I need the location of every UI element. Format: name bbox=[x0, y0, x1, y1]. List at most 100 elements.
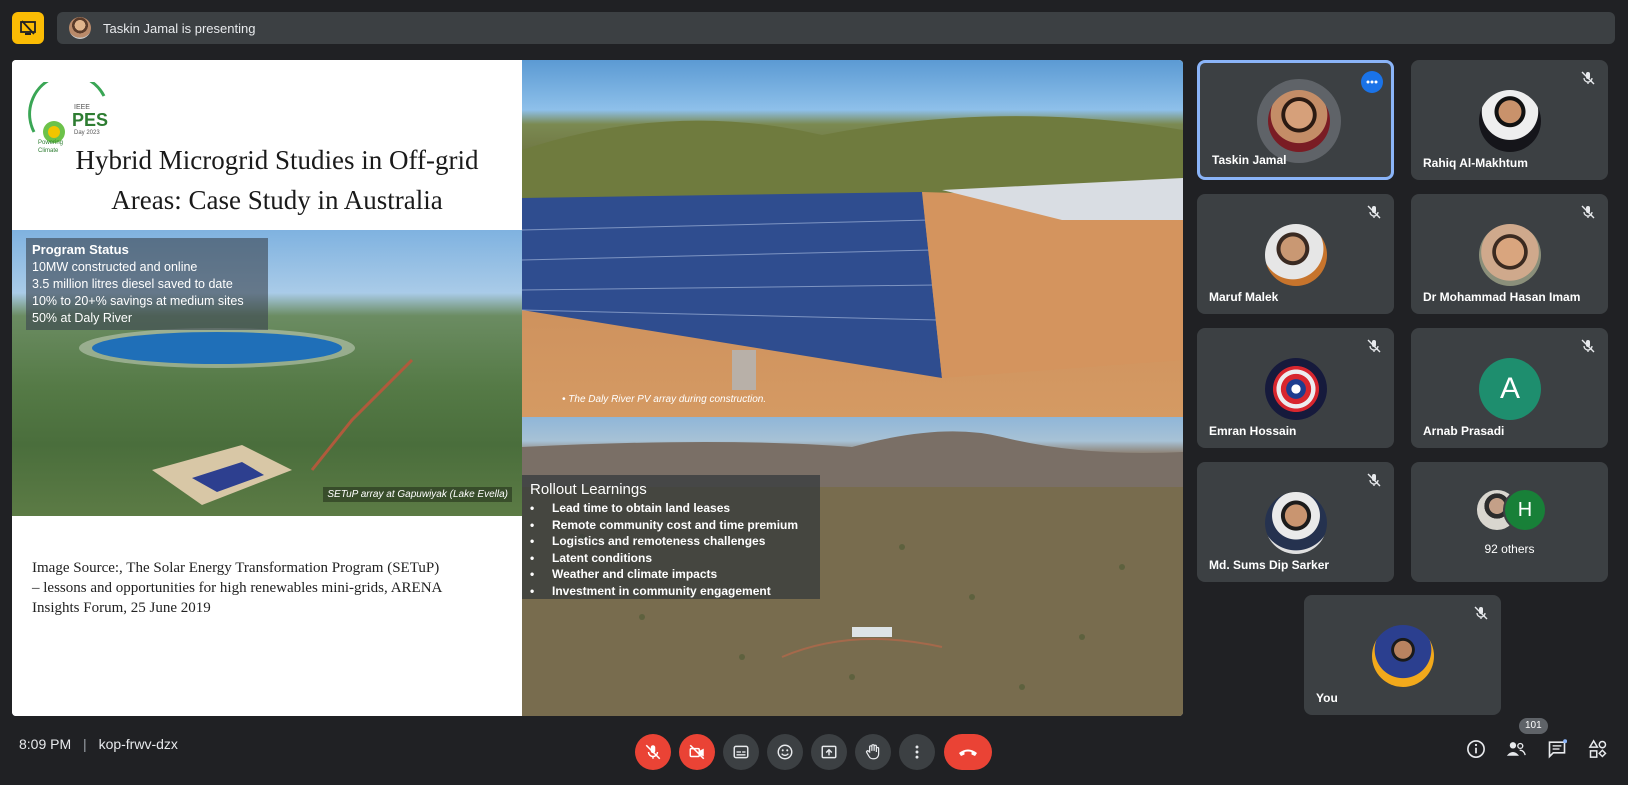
rollout-item-text: Investment in community engagement bbox=[552, 583, 771, 598]
participant-name: You bbox=[1316, 691, 1338, 705]
mic-off-icon bbox=[1581, 339, 1595, 353]
captions-button[interactable] bbox=[723, 734, 759, 770]
avatar bbox=[1265, 224, 1327, 286]
chat-icon bbox=[1548, 739, 1567, 759]
solar-caption: • The Daly River PV array during constru… bbox=[562, 394, 767, 405]
top-bar: Taskin Jamal is presenting bbox=[0, 0, 1628, 58]
activities-button[interactable] bbox=[1585, 736, 1611, 762]
lake-photo: Program Status 10MW constructed and onli… bbox=[12, 230, 522, 516]
participant-tile-sums-dip[interactable]: Md. Sums Dip Sarker bbox=[1197, 462, 1394, 582]
presenter-text: Taskin Jamal is presenting bbox=[103, 20, 256, 36]
participant-name: Emran Hossain bbox=[1209, 424, 1297, 438]
camera-toggle-button[interactable] bbox=[679, 734, 715, 770]
reactions-button[interactable] bbox=[767, 734, 803, 770]
avatar: A bbox=[1479, 358, 1541, 420]
presentation-stage: IEEE PES Day 2023 Powering Climate Hybri… bbox=[12, 60, 1183, 716]
bottom-bar: 8:09 PM | kop-frwv-dzx 101 bbox=[0, 718, 1628, 785]
rollout-item-text: Lead time to obtain land leases bbox=[552, 501, 731, 515]
slide-title-line-2: Areas: Case Study in Australia bbox=[111, 185, 443, 215]
slide-left-panel: IEEE PES Day 2023 Powering Climate Hybri… bbox=[12, 60, 522, 716]
mic-toggle-button[interactable] bbox=[635, 734, 671, 770]
presenter-banner: Taskin Jamal is presenting bbox=[57, 12, 1615, 44]
mic-off-icon bbox=[1367, 473, 1381, 487]
mic-off-icon bbox=[1581, 71, 1595, 85]
program-status-title: Program Status bbox=[32, 242, 129, 257]
mic-off-icon bbox=[645, 744, 661, 760]
logo-pes: PES bbox=[72, 110, 109, 130]
participant-name: Arnab Prasadi bbox=[1423, 424, 1505, 438]
slide-title-line-1: Hybrid Microgrid Studies in Off-grid bbox=[75, 145, 479, 175]
rollout-item-text: Remote community cost and time premium bbox=[552, 517, 799, 532]
participant-tile-arnab[interactable]: A Arnab Prasadi bbox=[1411, 328, 1608, 448]
rollout-learnings-box: Rollout Learnings • Lead time to obtain l… bbox=[522, 475, 820, 599]
logo-day: Day 2023 bbox=[74, 130, 100, 136]
more-options-icon[interactable] bbox=[1361, 71, 1383, 93]
leave-call-button[interactable] bbox=[944, 734, 992, 770]
chat-button[interactable] bbox=[1544, 736, 1570, 762]
rollout-item-text: Weather and climate impacts bbox=[552, 567, 718, 581]
activities-icon bbox=[1588, 739, 1607, 758]
slide-title: Hybrid Microgrid Studies in Off-grid Are… bbox=[42, 140, 512, 220]
camera-off-icon bbox=[689, 744, 705, 760]
people-icon bbox=[1506, 742, 1526, 756]
rollout-item: • Investment in community engagement bbox=[530, 583, 771, 598]
program-status-box: Program Status 10MW constructed and onli… bbox=[26, 238, 268, 330]
participant-tile-you[interactable]: You bbox=[1304, 595, 1501, 715]
more-options-button[interactable] bbox=[899, 734, 935, 770]
solar-array-photo: • The Daly River PV array during constru… bbox=[522, 60, 1183, 417]
others-avatar-letter: H bbox=[1503, 488, 1547, 532]
participant-tile-taskin[interactable]: Taskin Jamal bbox=[1197, 60, 1394, 180]
people-button[interactable] bbox=[1503, 736, 1529, 762]
avatar bbox=[1479, 224, 1541, 286]
rollout-item-text: Latent conditions bbox=[552, 550, 652, 565]
participant-tile-emran[interactable]: Emran Hossain bbox=[1197, 328, 1394, 448]
participant-name: Md. Sums Dip Sarker bbox=[1209, 558, 1330, 572]
present-icon bbox=[821, 745, 837, 759]
raise-hand-button[interactable] bbox=[855, 734, 891, 770]
participant-tile-hasan-imam[interactable]: Dr Mohammad Hasan Imam bbox=[1411, 194, 1608, 314]
participant-tile-others[interactable]: H 92 others bbox=[1411, 462, 1608, 582]
source-line-2: – lessons and opportunities for high ren… bbox=[32, 580, 443, 596]
avatar bbox=[1372, 625, 1434, 687]
hand-icon bbox=[865, 744, 880, 760]
mic-off-icon bbox=[1581, 205, 1595, 219]
avatar bbox=[1265, 492, 1327, 554]
hang-up-icon bbox=[959, 749, 977, 756]
rollout-item: • Lead time to obtain land leases bbox=[530, 501, 731, 515]
program-status-line: 50% at Daly River bbox=[32, 311, 133, 325]
participant-name: Taskin Jamal bbox=[1212, 153, 1287, 167]
separator: | bbox=[83, 736, 87, 752]
program-status-line: 10% to 20+% savings at medium sites bbox=[32, 294, 244, 308]
meeting-info: 8:09 PM | kop-frwv-dzx bbox=[19, 736, 178, 752]
rollout-item: • Weather and climate impacts bbox=[530, 567, 718, 581]
mic-off-icon bbox=[1367, 339, 1381, 353]
rollout-title: Rollout Learnings bbox=[530, 481, 647, 498]
present-screen-button[interactable] bbox=[811, 734, 847, 770]
presenting-icon[interactable] bbox=[12, 12, 44, 44]
rollout-photo: Rollout Learnings • Lead time to obtain l… bbox=[522, 417, 1183, 716]
others-count: 92 others bbox=[1484, 542, 1535, 556]
avatar bbox=[1268, 90, 1330, 152]
lake-caption: SETuP array at Gapuwiyak (Lake Evella) bbox=[323, 487, 512, 502]
rollout-item: • Logistics and remoteness challenges bbox=[530, 534, 766, 548]
captions-icon bbox=[733, 745, 749, 759]
participant-tile-maruf[interactable]: Maruf Malek bbox=[1197, 194, 1394, 314]
source-line-3: Insights Forum, 25 June 2019 bbox=[32, 600, 211, 616]
program-status-line: 3.5 million litres diesel saved to date bbox=[32, 277, 233, 291]
meeting-time: 8:09 PM bbox=[19, 736, 72, 752]
rollout-item-text: Logistics and remoteness challenges bbox=[552, 534, 766, 548]
participant-tile-rahiq[interactable]: Rahiq Al-Makhtum bbox=[1411, 60, 1608, 180]
more-vert-icon bbox=[915, 745, 919, 759]
presenter-avatar bbox=[69, 17, 91, 39]
meeting-details-button[interactable] bbox=[1463, 736, 1489, 762]
people-count-badge: 101 bbox=[1519, 718, 1548, 734]
participant-name: Dr Mohammad Hasan Imam bbox=[1423, 290, 1581, 304]
emoji-icon bbox=[777, 744, 793, 760]
participant-name: Rahiq Al-Makhtum bbox=[1423, 156, 1528, 170]
meeting-code[interactable]: kop-frwv-dzx bbox=[99, 736, 178, 752]
program-status-line: 10MW constructed and online bbox=[32, 260, 198, 274]
rollout-item: • Remote community cost and time premium bbox=[530, 517, 799, 532]
rollout-item: • Latent conditions bbox=[530, 550, 652, 565]
info-icon bbox=[1467, 740, 1485, 758]
source-line-1: Image Source:, The Solar Energy Transfor… bbox=[32, 560, 440, 576]
